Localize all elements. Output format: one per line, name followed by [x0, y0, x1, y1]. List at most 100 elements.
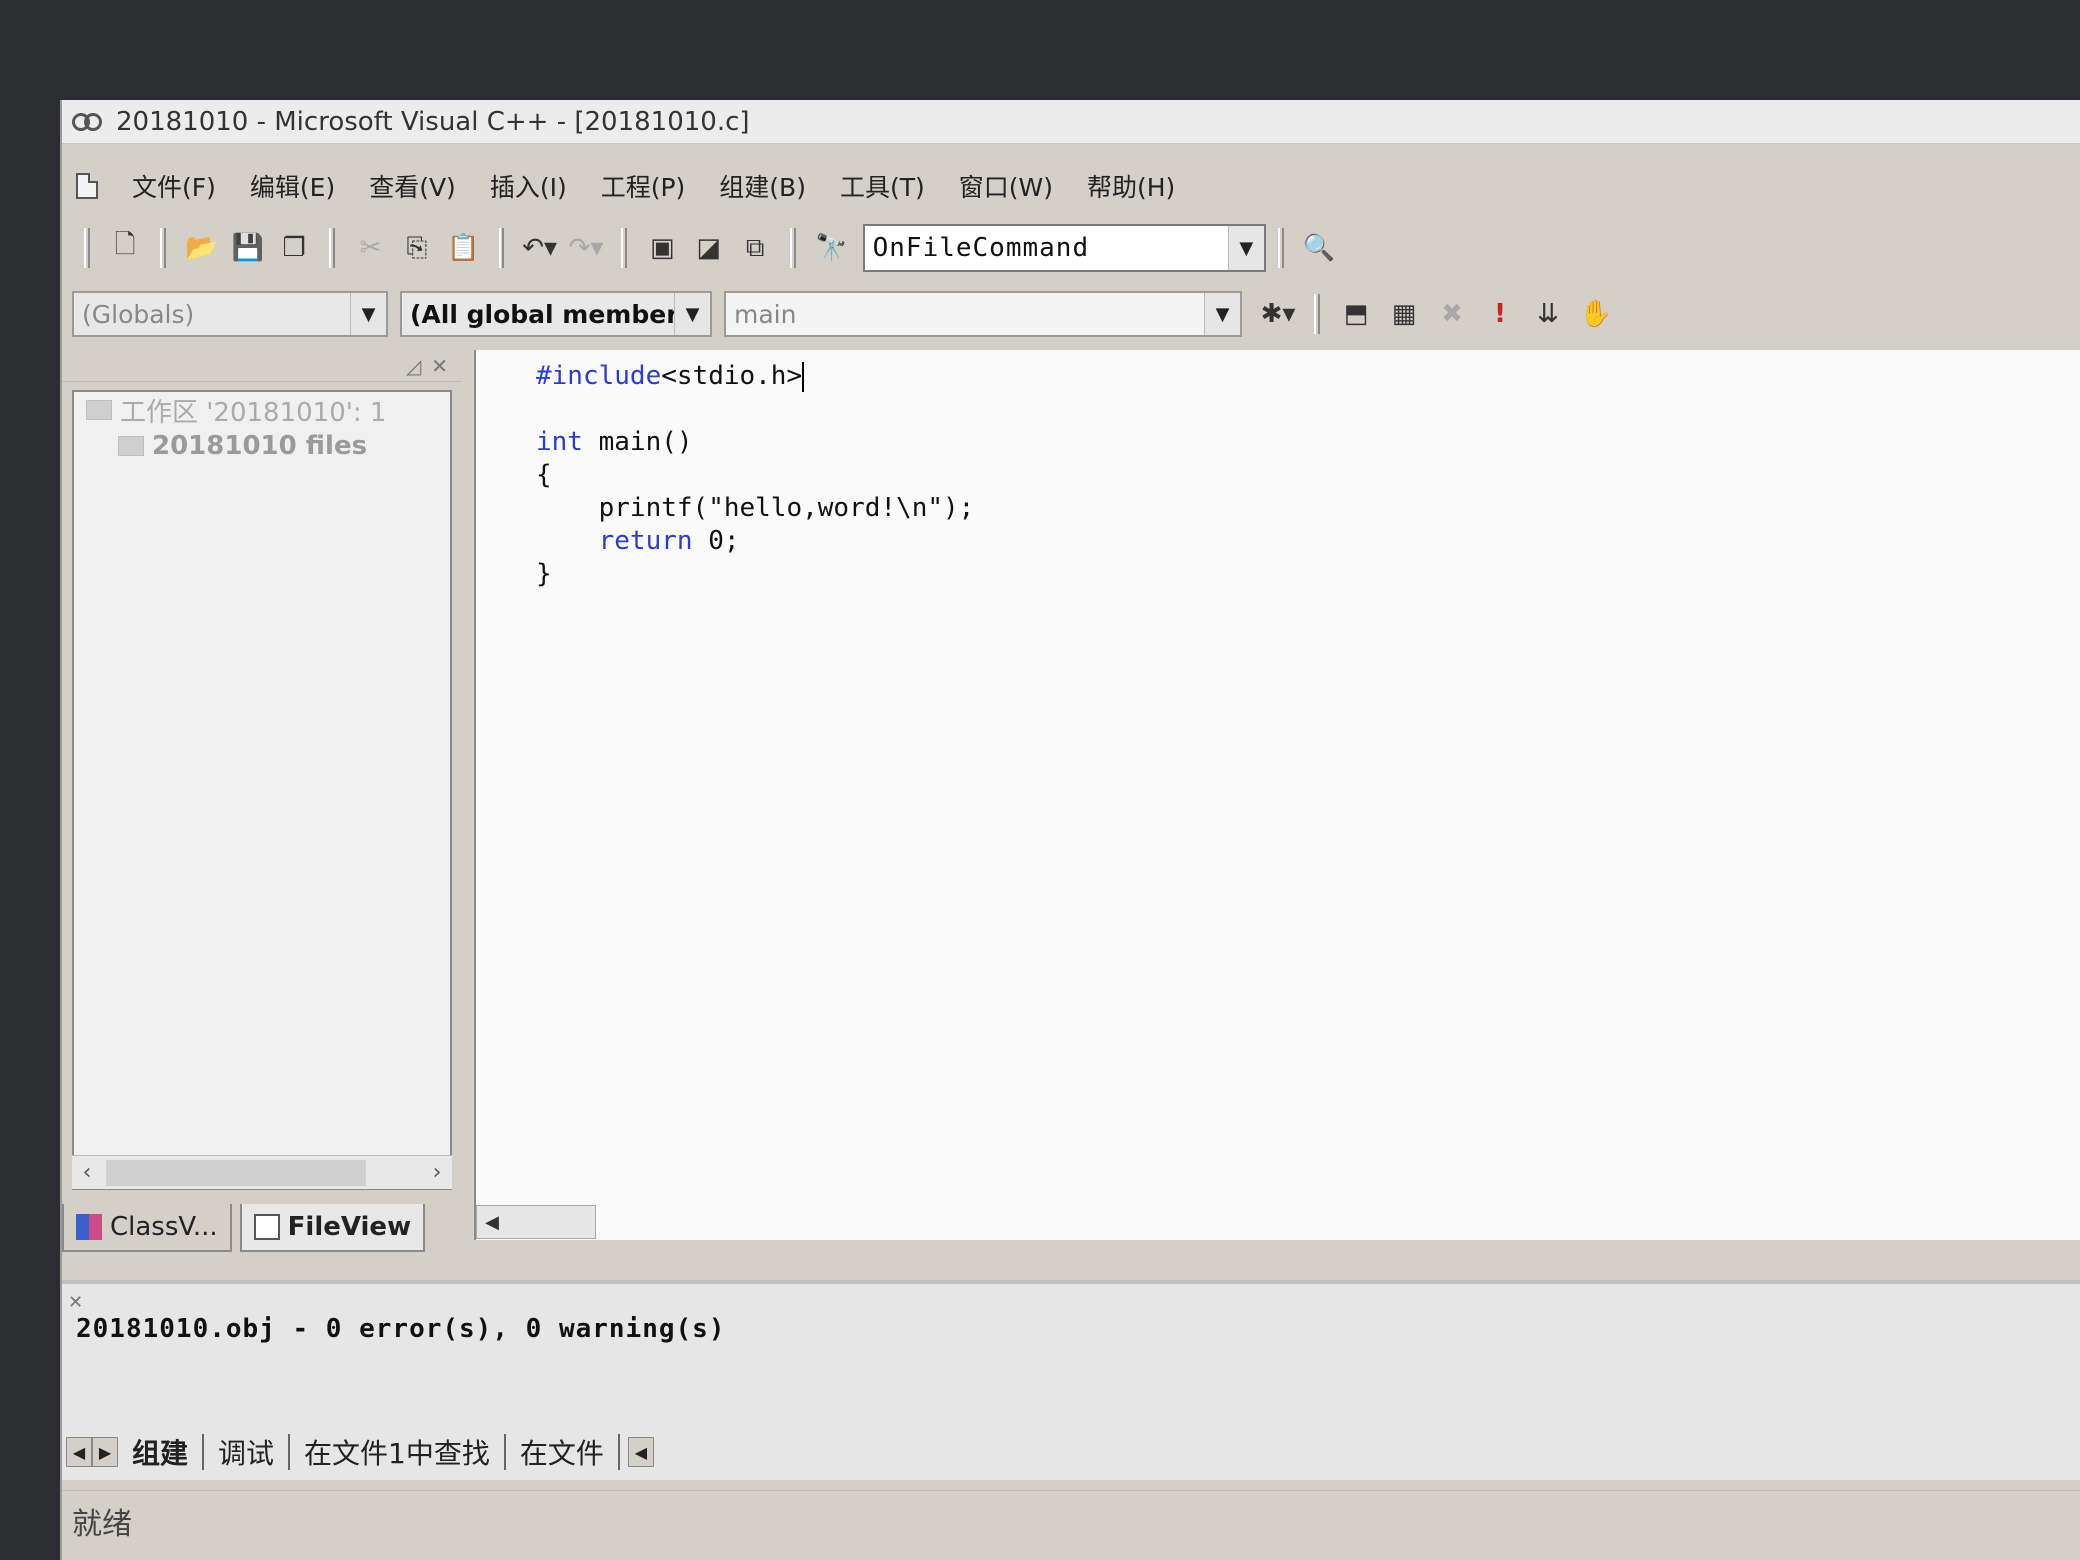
code-editor[interactable]: #include<stdio.h> int main() { printf("h…: [474, 350, 2080, 1240]
fileview-icon: [253, 1214, 280, 1240]
workspace-icon: [86, 400, 112, 420]
workspace-scrollbar[interactable]: ‹ ›: [72, 1155, 452, 1189]
status-bar: 就绪: [62, 1490, 2080, 1550]
menu-edit[interactable]: 编辑(E): [238, 168, 347, 204]
toolbar-separator: [329, 228, 336, 268]
breakpoint-hand-icon[interactable]: ✋: [1576, 294, 1616, 334]
scroll-left-icon[interactable]: ‹: [72, 1160, 102, 1185]
workspace-header: ◿ ✕: [62, 350, 462, 382]
member-combo[interactable]: main ▼: [724, 291, 1242, 337]
window-title: 20181010 - Microsoft Visual C++ - [20181…: [116, 106, 750, 137]
undo-icon[interactable]: ↶▾: [520, 228, 558, 268]
chevron-down-icon[interactable]: ▼: [1204, 293, 1240, 335]
code-return-value: 0;: [692, 526, 740, 556]
editor-scrollbar[interactable]: ◀: [476, 1205, 596, 1239]
wizard-bar: (Globals) ▼ (All global members ▼ main ▼…: [72, 286, 1692, 342]
filter-combo[interactable]: (All global members ▼: [400, 291, 712, 337]
tab-build[interactable]: 组建: [118, 1434, 205, 1470]
toolbar-separator: [1314, 294, 1320, 334]
toolbar-grip[interactable]: [84, 228, 90, 268]
redo-icon[interactable]: ↷▾: [567, 228, 605, 268]
save-all-icon[interactable]: ❐: [275, 228, 313, 268]
chevron-down-icon[interactable]: ▼: [1227, 226, 1264, 270]
standard-toolbar: 🗋 📂 💾 ❐ ✂ ⎘ 📋 ↶▾ ↷▾ ▣ ◪ ⧉ 🔭 OnFileComman…: [72, 220, 1342, 276]
output-panel: ✕ 20181010.obj - 0 error(s), 0 warning(s…: [62, 1280, 2080, 1480]
chevron-down-icon[interactable]: ▼: [350, 293, 386, 335]
toolbar-separator: [1277, 228, 1284, 268]
new-file-icon[interactable]: 🗋: [106, 228, 144, 268]
menu-view[interactable]: 查看(V): [357, 168, 468, 204]
title-bar[interactable]: 20181010 - Microsoft Visual C++ - [20181…: [62, 100, 2080, 144]
tab-next-icon[interactable]: ▶: [92, 1437, 118, 1467]
menu-build[interactable]: 组建(B): [707, 168, 818, 204]
menu-window[interactable]: 窗口(W): [947, 168, 1065, 204]
toolbar-separator: [790, 228, 797, 268]
classview-icon: [76, 1214, 102, 1240]
save-icon[interactable]: 💾: [229, 228, 267, 268]
execute-icon[interactable]: !: [1480, 294, 1520, 334]
window-list-icon[interactable]: ⧉: [736, 228, 774, 268]
chevron-down-icon[interactable]: ▼: [674, 293, 710, 335]
document-icon[interactable]: [76, 173, 98, 199]
workspace-tabs: ClassV... FileView: [62, 1200, 433, 1252]
workspace-tree[interactable]: 工作区 '20181010': 1 20181010 files: [72, 390, 452, 1190]
paste-icon[interactable]: 📋: [444, 228, 482, 268]
scroll-thumb[interactable]: [106, 1159, 366, 1186]
code-main-signature: main(): [582, 427, 693, 457]
source-code[interactable]: #include<stdio.h> int main() { printf("h…: [536, 360, 974, 591]
code-return-keyword: return: [598, 526, 693, 556]
find-in-files-icon[interactable]: 🔭: [812, 228, 850, 268]
class-combo[interactable]: (Globals) ▼: [72, 291, 388, 337]
status-text: 就绪: [72, 1506, 132, 1542]
menu-file[interactable]: 文件(F): [120, 168, 228, 204]
code-brace-open: {: [536, 460, 552, 490]
menu-insert[interactable]: 插入(I): [478, 168, 579, 204]
toolbar-separator: [160, 228, 167, 268]
find-binoculars-icon[interactable]: 🔍: [1300, 228, 1338, 268]
close-icon[interactable]: ✕: [431, 354, 448, 378]
find-combo-value: OnFileCommand: [872, 233, 1090, 263]
tree-item-workspace[interactable]: 工作区 '20181010': 1: [74, 392, 450, 428]
menu-project[interactable]: 工程(P): [589, 168, 698, 204]
menu-tools[interactable]: 工具(T): [828, 168, 937, 204]
app-window: 20181010 - Microsoft Visual C++ - [20181…: [60, 100, 2080, 1560]
code-printf-line: printf("hello,word!\n");: [598, 493, 975, 523]
dock-icon[interactable]: ◿: [406, 354, 421, 378]
scroll-right-icon[interactable]: ›: [422, 1160, 452, 1185]
workspace-panel: ◿ ✕ 工作区 '20181010': 1 20181010 files ‹ ›…: [62, 350, 462, 1280]
go-debug-icon[interactable]: ⇊: [1528, 294, 1568, 334]
output-tabs: ◀ ▶ 组建 调试 在文件1中查找 在文件 ◀: [66, 1432, 654, 1472]
wizard-action-icon[interactable]: ✱▾: [1258, 294, 1298, 334]
tab-fileview[interactable]: FileView: [239, 1204, 426, 1252]
copy-icon[interactable]: ⎘: [398, 228, 436, 268]
compile-icon[interactable]: ⬒: [1336, 294, 1376, 334]
tree-item-project[interactable]: 20181010 files: [74, 428, 450, 464]
workspace-window-icon[interactable]: ▣: [643, 228, 681, 268]
tab-debug[interactable]: 调试: [204, 1434, 291, 1470]
code-include-target: <stdio.h>: [661, 361, 803, 391]
tab-find-in-files-2[interactable]: 在文件: [506, 1434, 620, 1470]
cut-icon[interactable]: ✂: [351, 228, 389, 268]
toolbar-separator: [498, 228, 505, 268]
code-brace-close: }: [536, 559, 552, 589]
build-icon[interactable]: ▦: [1384, 294, 1424, 334]
menu-bar: 文件(F) 编辑(E) 查看(V) 插入(I) 工程(P) 组建(B) 工具(T…: [76, 164, 1187, 208]
code-int-keyword: int: [536, 427, 583, 457]
tree-item-label: 工作区 '20181010': 1: [120, 397, 387, 428]
menu-help[interactable]: 帮助(H): [1075, 168, 1187, 204]
find-combo[interactable]: OnFileCommand ▼: [862, 224, 1266, 272]
project-icon: [118, 436, 144, 456]
output-window-icon[interactable]: ◪: [690, 228, 728, 268]
scroll-left-icon[interactable]: ◀: [627, 1437, 654, 1467]
toolbar-separator: [621, 228, 628, 268]
open-folder-icon[interactable]: 📂: [182, 228, 220, 268]
stop-build-icon[interactable]: ✖: [1432, 294, 1472, 334]
tab-prev-icon[interactable]: ◀: [66, 1437, 92, 1467]
code-include-directive: #include: [536, 361, 662, 391]
tab-classview[interactable]: ClassV...: [62, 1204, 232, 1252]
filter-combo-value: (All global members: [410, 299, 674, 329]
tab-find-in-files-1[interactable]: 在文件1中查找: [290, 1434, 506, 1470]
scroll-left-icon[interactable]: ◀: [477, 1212, 507, 1233]
build-output-message[interactable]: 20181010.obj - 0 error(s), 0 warning(s): [76, 1314, 725, 1344]
tab-label: FileView: [287, 1212, 412, 1242]
